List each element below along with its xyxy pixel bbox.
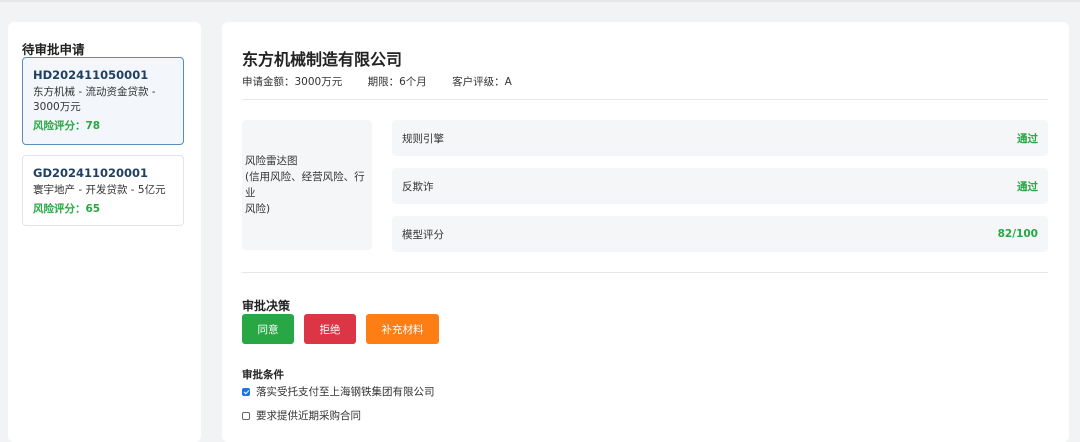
application-id: HD202411050001 — [33, 68, 149, 82]
check-value: 通过 — [1017, 132, 1038, 145]
radar-desc: (信用风险、经营风险、行业 — [245, 171, 365, 199]
application-detail: 东方机械制造有限公司 申请金额：3000万元 期限：6个月 客户评级：A 风险雷… — [222, 22, 1069, 442]
check-label: 规则引擎 — [402, 132, 444, 145]
meta-rating: 客户评级：A — [452, 76, 512, 88]
check-label: 模型评分 — [402, 228, 444, 241]
company-name: 东方机械制造有限公司 — [242, 50, 403, 69]
agree-button[interactable]: 同意 — [242, 314, 294, 344]
meta-term: 期限：6个月 — [367, 76, 427, 88]
supplement-materials-button[interactable]: 补充材料 — [366, 314, 439, 344]
condition-label: 落实受托支付至上海钢铁集团有限公司 — [256, 386, 435, 398]
application-desc: 寰宇地产 - 开发贷款 - 5亿元 — [33, 184, 166, 196]
radar-desc: 风险) — [245, 203, 271, 215]
radar-title: 风险雷达图 — [245, 155, 298, 167]
application-id: GD202411020001 — [33, 166, 149, 180]
decision-title: 审批决策 — [242, 299, 291, 313]
condition-label: 要求提供近期采购合同 — [256, 410, 361, 422]
condition-checkbox[interactable] — [242, 411, 250, 420]
check-value: 82/100 — [997, 228, 1038, 240]
conditions-title: 审批条件 — [242, 369, 284, 381]
divider — [242, 272, 1048, 273]
check-value: 通过 — [1017, 180, 1038, 193]
application-desc: 东方机械 - 流动资金贷款 - 3000万元 — [33, 85, 173, 115]
meta-amount: 申请金额：3000万元 — [242, 76, 343, 88]
check-anti-fraud: 反欺诈 通过 — [392, 168, 1048, 204]
risk-radar-placeholder: 风险雷达图 (信用风险、经营风险、行业 风险) — [242, 120, 372, 250]
condition-item[interactable]: 落实受托支付至上海钢铁集团有限公司 — [242, 384, 435, 399]
check-rule-engine: 规则引擎 通过 — [392, 120, 1048, 156]
application-card-gd202411020001[interactable]: GD202411020001 寰宇地产 - 开发贷款 - 5亿元 风险评分：65 — [22, 155, 184, 226]
check-label: 反欺诈 — [402, 180, 434, 193]
check-model-score: 模型评分 82/100 — [392, 216, 1048, 252]
sidebar-title: 待审批申请 — [22, 42, 85, 57]
pending-sidebar: 待审批申请 HD202411050001 东方机械 - 流动资金贷款 - 300… — [8, 22, 201, 442]
top-border — [0, 0, 1080, 2]
application-card-hd202411050001[interactable]: HD202411050001 东方机械 - 流动资金贷款 - 3000万元 风险… — [22, 57, 184, 145]
application-meta: 申请金额：3000万元 期限：6个月 客户评级：A — [242, 74, 534, 89]
divider — [242, 99, 1048, 100]
reject-button[interactable]: 拒绝 — [304, 314, 356, 344]
condition-checkbox[interactable] — [242, 387, 250, 396]
risk-score: 风险评分：78 — [33, 120, 101, 132]
risk-score: 风险评分：65 — [33, 203, 101, 215]
application-desc-line: 3000万元 — [33, 101, 81, 113]
condition-item[interactable]: 要求提供近期采购合同 — [242, 408, 361, 423]
application-desc-line: 东方机械 - 流动资金贷款 - — [33, 86, 156, 98]
